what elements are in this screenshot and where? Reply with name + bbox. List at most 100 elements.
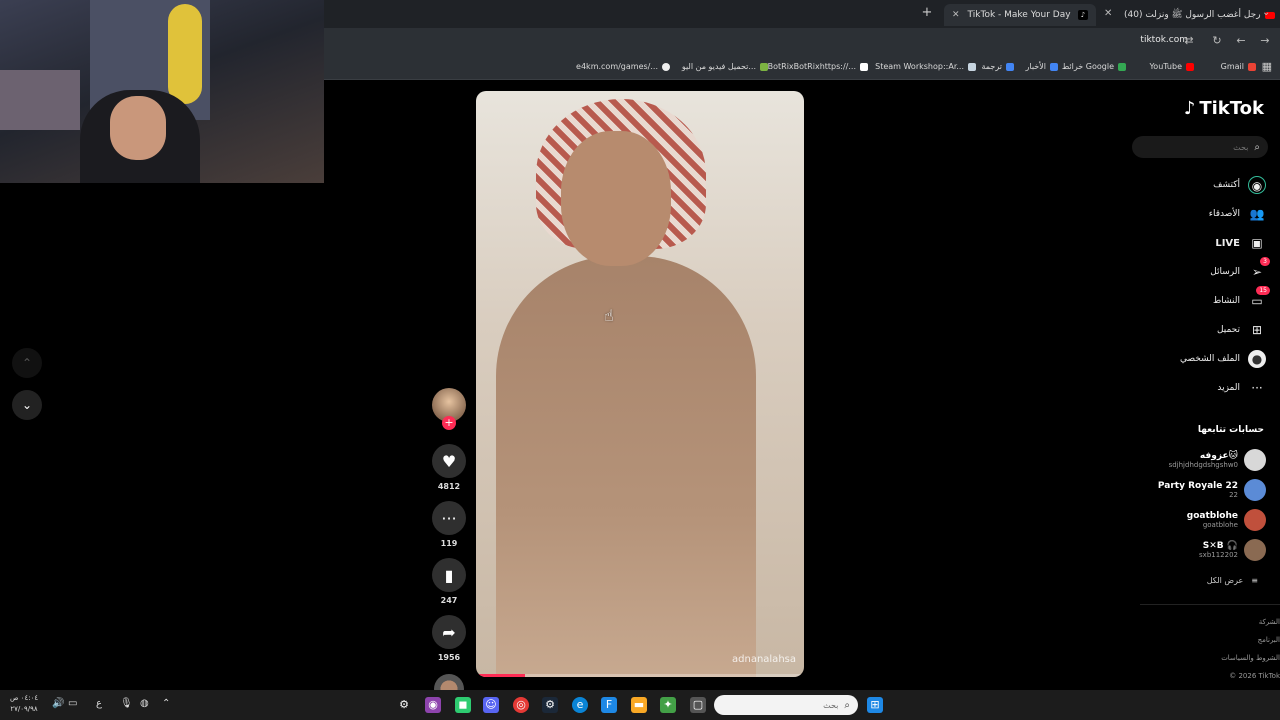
app-icon[interactable]: ◉ [425,697,441,713]
search-input[interactable]: بحث ⌕ [1132,136,1268,158]
video-player[interactable]: adnanalahsa [476,91,804,677]
comment-count: 119 [440,539,458,548]
video-progress-fill [476,674,526,677]
microphone-icon[interactable]: 🎙 [120,698,133,709]
following-account[interactable]: goatblohe goatblohe [1187,509,1266,531]
tab-label: (40) رجل أغضب الرسول ﷺ ونزلت [1124,10,1261,20]
comment-icon[interactable]: ··· [432,501,466,535]
gmail-icon [1248,62,1256,71]
see-all-label: عرض الكل [1206,576,1244,585]
taskbar-search-input[interactable]: بحث ⌕ [714,695,858,715]
apps-grid-icon[interactable]: ▦ [1262,60,1272,73]
new-tab-button[interactable]: + [920,6,934,20]
bookmark-translate[interactable]: ترجمة [981,62,1014,71]
bookmark-downloader[interactable]: تحميل فيديو من اليو... [682,62,768,71]
tiktok-logo[interactable]: ♪ TikTok [1184,98,1264,119]
nav-profile[interactable]: الملف الشخصي ● [1180,350,1266,368]
bookmark-label: الأخبار [1025,62,1046,71]
steam-icon[interactable]: ⚙ [542,697,558,713]
messages-icon: ➢ 3 [1248,257,1270,281]
creator-avatar[interactable]: + [432,388,466,430]
footer-program-link[interactable]: البرنامج [1258,636,1280,644]
see-all-link[interactable]: عرض الكل ≡ [1207,576,1258,585]
search-icon[interactable]: ⌕ [1254,142,1260,153]
app-icon[interactable]: F [601,697,617,713]
account-handle: sxb112202 [1199,551,1238,559]
video-watermark-handle: adnanalahsa [732,654,796,665]
share-count: 1956 [437,653,461,662]
bookmark-e4km[interactable]: e4km.com/games/... [576,62,670,71]
windows-taskbar: ٠٤:٠٤ ص ٢٧/٠٩/٩٨ 🔊 ▭ ع 🎙 ◍ ⌃ ⚙ ◉ ◼ ☺ ◎ ⚙… [0,690,1280,720]
nav-messages[interactable]: الرسائل ➢ 3 [1210,257,1270,281]
video-subject-body [496,256,756,677]
file-explorer-icon[interactable]: ▬ [631,697,647,713]
chrome-icon[interactable]: ◎ [513,697,529,713]
bookmark-icon[interactable]: ▮ [432,558,466,592]
share-action[interactable]: ➦ 1956 [432,615,466,662]
back-icon[interactable]: ← [1234,34,1248,48]
tray-app-icon[interactable]: ◍ [140,698,149,709]
volume-icon[interactable]: 🔊 [52,698,64,709]
bookmark-label: Gmail [1220,62,1244,71]
nav-friends[interactable]: الأصدقاء 👥 [1209,205,1266,223]
nav-more[interactable]: المزيد ··· [1217,379,1266,397]
app-icon[interactable]: ✦ [660,697,676,713]
bookmark-gmail[interactable]: Gmail [1221,62,1256,71]
maps-icon [1118,62,1126,71]
nav-explore[interactable]: أكتشف ◉ [1213,176,1266,194]
windows-start-icon[interactable]: ⊞ [867,697,883,713]
chevron-up-icon[interactable]: ⌃ [162,698,170,709]
bookmark-botrix[interactable]: BotRixBotRixhttps://... [768,62,868,71]
account-handle: goatblohe [1202,521,1238,529]
webcam-person-face [110,96,166,160]
taskbar-search-placeholder: بحث [823,700,839,710]
tab-search-icon[interactable]: ⌄ [1262,7,1270,18]
webcam-inflatable-toy [168,4,202,104]
following-title: حسابات تتابعها [1197,425,1264,435]
reload-icon[interactable]: ↻ [1210,34,1224,48]
discord-icon[interactable]: ☺ [483,697,499,713]
site-settings-icon[interactable]: ⇄ [1182,34,1196,48]
footer-terms-link[interactable]: الشروط والسياسات [1221,654,1280,662]
steam-icon [968,62,976,71]
nav-label: الملف الشخصي [1180,354,1240,364]
bookmark-label: تحميل فيديو من اليو... [681,62,756,71]
address-bar-url[interactable]: tiktok.com [1140,35,1188,45]
next-video-button[interactable]: ⌄ [12,390,42,420]
following-account[interactable]: S✕B 🎧 sxb112202 [1199,539,1266,561]
forward-icon[interactable]: → [1258,34,1272,48]
follow-plus-icon[interactable]: + [442,416,456,430]
heart-icon[interactable]: ♥ [432,444,466,478]
profile-icon: ● [1248,350,1266,368]
bookmark-steam[interactable]: Steam Workshop::Ar... [875,62,976,71]
tab-close-icon[interactable]: ✕ [1104,8,1112,19]
settings-gear-icon[interactable]: ⚙ [396,697,412,713]
share-icon[interactable]: ➦ [432,615,466,649]
network-icon[interactable]: ▭ [68,698,77,709]
task-view-icon[interactable]: ▢ [690,697,706,713]
app-icon[interactable]: ◼ [455,697,471,713]
following-account[interactable]: Party Royale 22 22 [1158,479,1266,501]
bookmark-label: ترجمة [981,62,1003,71]
video-action-bar: + ♥ 4812 ··· 119 ▮ 247 ➦ 1956 [430,388,468,704]
nav-live[interactable]: LIVE ▣ [1215,234,1266,252]
comment-action[interactable]: ··· 119 [432,501,466,548]
video-progress-bar[interactable] [476,674,804,677]
taskbar-clock[interactable]: ٠٤:٠٤ ص ٢٧/٠٩/٩٨ [10,693,38,715]
nav-activity[interactable]: النشاط ▭ 15 [1213,286,1270,310]
tab-tiktok[interactable]: ✕ TikTok - Make Your Day ♪ [944,4,1096,26]
edge-icon[interactable]: e [572,697,588,713]
tab-youtube[interactable]: (40) رجل أغضب الرسول ﷺ ونزلت [1124,4,1275,26]
bookmark-maps[interactable]: خرائط Google [1062,62,1126,71]
save-action[interactable]: ▮ 247 [432,558,466,605]
bookmark-youtube[interactable]: YouTube [1149,62,1194,71]
previous-video-button[interactable]: ⌃ [12,348,42,378]
like-action[interactable]: ♥ 4812 [432,444,466,491]
tab-close-icon[interactable]: ✕ [952,10,960,20]
bookmark-news[interactable]: الأخبار [1026,62,1058,71]
footer-company-link[interactable]: الشركة [1259,618,1280,626]
nav-upload[interactable]: تحميل ⊞ [1217,321,1266,339]
account-name: عزوفه🐱 [1199,451,1238,461]
following-account[interactable]: عزوفه🐱 sdjhjdhdgdshgshw0 [1169,449,1266,471]
input-language[interactable]: ع [96,698,102,709]
